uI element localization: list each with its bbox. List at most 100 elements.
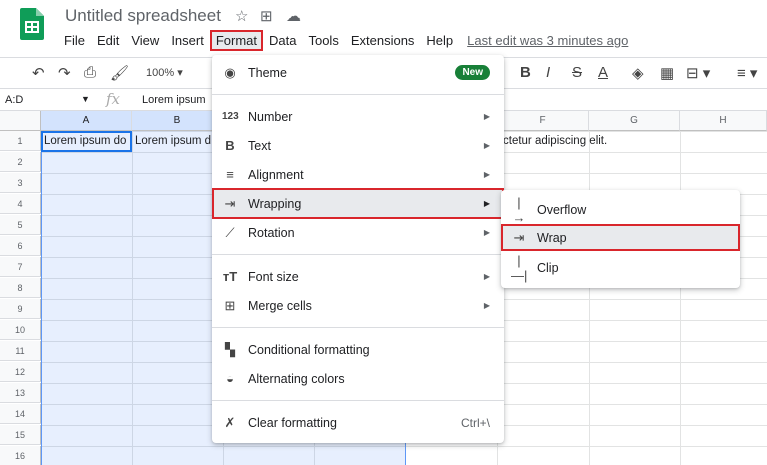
wrap-icon: ⇥ bbox=[513, 229, 525, 245]
cell-overflow-text: ctetur adipiscing elit. bbox=[503, 135, 608, 147]
menu-item-label: Conditional formatting bbox=[248, 342, 370, 357]
new-badge: New bbox=[455, 65, 490, 80]
submenu-arrow-icon: ▶ bbox=[483, 170, 490, 179]
menu-extensions[interactable]: Extensions bbox=[345, 30, 421, 51]
menu-item-label: Rotation bbox=[248, 225, 295, 240]
clip-icon: |—| bbox=[511, 252, 528, 283]
paint-format-icon[interactable]: 🖌 bbox=[110, 64, 129, 82]
menu-edit[interactable]: Edit bbox=[91, 30, 125, 51]
fx-icon: fx bbox=[106, 90, 121, 108]
name-box[interactable]: A:D ▼ bbox=[5, 94, 90, 106]
menu-divider bbox=[212, 400, 504, 401]
menu-data[interactable]: Data bbox=[263, 30, 302, 51]
row-header[interactable]: 8 bbox=[0, 278, 41, 298]
column-header-g[interactable]: G bbox=[589, 111, 680, 131]
row-header[interactable]: 1 bbox=[0, 131, 41, 151]
menu-item-label: Wrapping bbox=[248, 196, 302, 211]
menu-view[interactable]: View bbox=[125, 30, 165, 51]
menu-item-font-size[interactable]: тT Font size ▶ bbox=[212, 262, 504, 291]
submenu-item-clip[interactable]: |—| Clip bbox=[501, 252, 740, 283]
column-header-a[interactable]: A bbox=[41, 111, 132, 131]
row-header[interactable]: 5 bbox=[0, 215, 41, 235]
shortcut-label: Ctrl+\ bbox=[460, 415, 490, 430]
row-header[interactable]: 9 bbox=[0, 299, 41, 319]
menu-item-label: Overflow bbox=[537, 202, 587, 217]
menu-item-label: Text bbox=[248, 138, 271, 153]
submenu-item-overflow[interactable]: |→ Overflow bbox=[501, 195, 740, 225]
print-icon[interactable]: ⎙ bbox=[84, 64, 96, 81]
font-size-icon: тT bbox=[222, 269, 238, 284]
menu-item-alignment[interactable]: ≡ Alignment ▶ bbox=[212, 160, 504, 189]
row-header[interactable]: 12 bbox=[0, 362, 41, 382]
undo-icon[interactable]: ↶ bbox=[32, 64, 45, 82]
bold-icon[interactable]: B bbox=[520, 64, 531, 81]
wrapping-submenu: |→ Overflow ⇥ Wrap |—| Clip bbox=[501, 190, 740, 288]
bold-text-icon: B bbox=[225, 138, 235, 153]
row-header[interactable]: 6 bbox=[0, 236, 41, 256]
row-header[interactable]: 13 bbox=[0, 383, 41, 403]
cell-a1[interactable]: Lorem ipsum do bbox=[44, 135, 131, 147]
format-menu: ◉ Theme New 123 Number ▶ B Text ▶ ≡ Alig… bbox=[212, 55, 504, 443]
row-header[interactable]: 15 bbox=[0, 425, 41, 445]
star-icon[interactable]: ☆ bbox=[235, 7, 248, 25]
menu-item-label: Number bbox=[248, 109, 293, 124]
formula-input[interactable]: Lorem ipsum bbox=[142, 94, 206, 106]
submenu-arrow-icon: ▶ bbox=[483, 228, 490, 237]
sheets-window: Untitled spreadsheet ☆ ⊞ ☁ File Edit Vie… bbox=[0, 0, 767, 465]
menu-bar: File Edit View Insert Format Data Tools … bbox=[58, 28, 628, 52]
row-header[interactable]: 16 bbox=[0, 446, 41, 465]
menu-item-conditional-formatting[interactable]: ▚ Conditional formatting bbox=[212, 335, 504, 364]
strikethrough-icon[interactable]: S bbox=[572, 64, 582, 81]
italic-icon[interactable]: I bbox=[546, 64, 550, 81]
cloud-status-icon[interactable]: ☁ bbox=[286, 7, 301, 25]
row-header[interactable]: 4 bbox=[0, 194, 41, 214]
menu-help[interactable]: Help bbox=[420, 30, 459, 51]
row-header[interactable]: 10 bbox=[0, 320, 41, 340]
menu-item-label: Clip bbox=[537, 260, 559, 275]
menu-item-wrapping[interactable]: ⇥ Wrapping ▶ bbox=[212, 188, 504, 219]
column-header-b[interactable]: B bbox=[132, 111, 223, 131]
clear-format-icon: ✗ bbox=[224, 414, 236, 430]
sheets-logo-icon[interactable] bbox=[20, 8, 44, 40]
cell-b1[interactable]: Lorem ipsum d bbox=[135, 135, 222, 147]
submenu-arrow-icon: ▶ bbox=[483, 112, 490, 121]
last-edit-link[interactable]: Last edit was 3 minutes ago bbox=[467, 33, 628, 48]
submenu-arrow-icon: ▶ bbox=[483, 141, 490, 150]
menu-item-clear-formatting[interactable]: ✗ Clear formatting Ctrl+\ bbox=[212, 408, 504, 437]
column-header-f[interactable]: F bbox=[497, 111, 589, 131]
menu-divider bbox=[212, 94, 504, 95]
text-color-icon[interactable]: A bbox=[598, 64, 608, 81]
row-header[interactable]: 7 bbox=[0, 257, 41, 277]
menu-item-label: Alignment bbox=[248, 167, 304, 182]
menu-item-label: Font size bbox=[248, 269, 299, 284]
menu-insert[interactable]: Insert bbox=[165, 30, 210, 51]
menu-item-label: Wrap bbox=[537, 230, 567, 245]
fill-color-icon[interactable]: ◈ bbox=[632, 64, 644, 82]
row-header[interactable]: 14 bbox=[0, 404, 41, 424]
menu-item-rotation[interactable]: ⟋ Rotation ▶ bbox=[212, 218, 504, 247]
menu-item-label: Clear formatting bbox=[248, 415, 337, 430]
row-header[interactable]: 3 bbox=[0, 173, 41, 193]
menu-item-alternating-colors[interactable]: ◒ Alternating colors bbox=[212, 364, 504, 393]
redo-icon[interactable]: ↷ bbox=[58, 64, 71, 82]
select-all-corner[interactable] bbox=[0, 111, 41, 131]
column-header-h[interactable]: H bbox=[680, 111, 767, 131]
menu-item-theme[interactable]: ◉ Theme New bbox=[212, 58, 504, 87]
menu-tools[interactable]: Tools bbox=[302, 30, 344, 51]
menu-item-label: Theme bbox=[248, 65, 287, 80]
borders-icon[interactable]: ▦ bbox=[660, 64, 674, 82]
horizontal-align-icon[interactable]: ≡ ▾ bbox=[737, 64, 757, 82]
menu-format[interactable]: Format bbox=[209, 29, 263, 51]
row-header[interactable]: 11 bbox=[0, 341, 41, 361]
menu-item-number[interactable]: 123 Number ▶ bbox=[212, 102, 504, 131]
zoom-select[interactable]: 100% ▾ bbox=[146, 66, 183, 79]
menu-item-text[interactable]: B Text ▶ bbox=[212, 131, 504, 160]
document-title[interactable]: Untitled spreadsheet bbox=[65, 6, 221, 26]
merge-cells-icon[interactable]: ⊟ ▾ bbox=[686, 64, 710, 82]
menu-item-merge-cells[interactable]: ⊞ Merge cells ▶ bbox=[212, 291, 504, 320]
row-header[interactable]: 2 bbox=[0, 152, 41, 172]
move-folder-icon[interactable]: ⊞ bbox=[260, 7, 273, 25]
submenu-item-wrap[interactable]: ⇥ Wrap bbox=[501, 224, 740, 251]
menu-file[interactable]: File bbox=[58, 30, 91, 51]
submenu-arrow-icon: ▶ bbox=[483, 272, 490, 281]
